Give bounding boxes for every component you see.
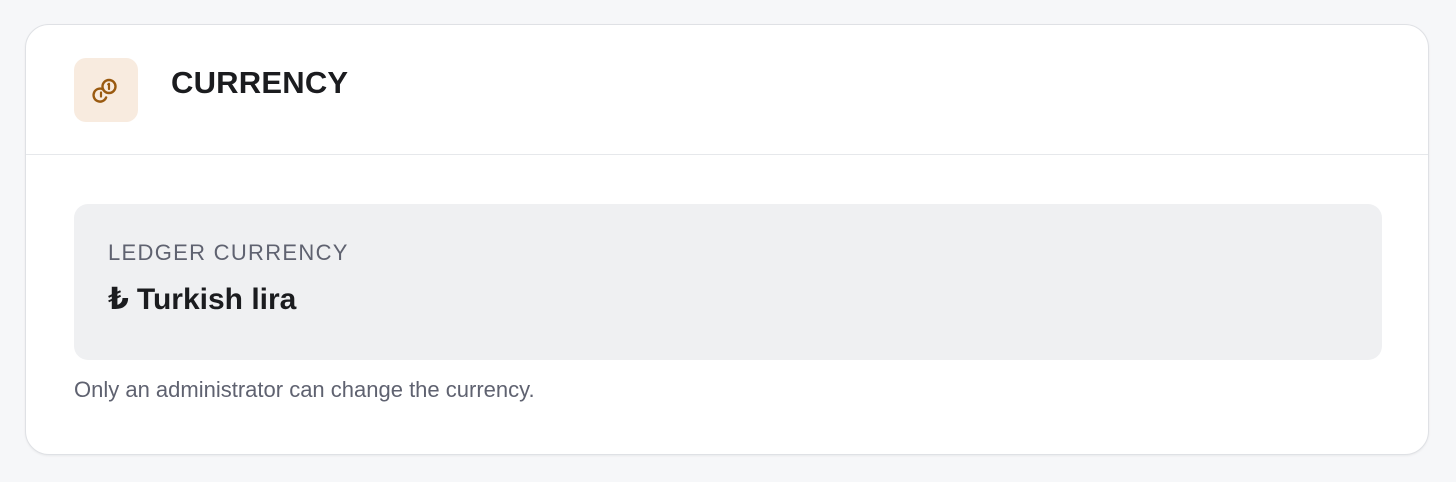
admin-note: Only an administrator can change the cur… (74, 377, 535, 402)
currency-card: CURRENCY LEDGER CURRENCY ₺ Turkish lira O… (25, 24, 1429, 455)
ledger-currency-label: LEDGER CURRENCY (108, 240, 349, 265)
currency-name: Turkish lira (136, 283, 297, 316)
currency-symbol: ₺ (108, 283, 129, 316)
ledger-currency-value: ₺ Turkish lira (108, 282, 296, 318)
card-header: CURRENCY (26, 25, 1428, 155)
ledger-currency-panel: LEDGER CURRENCY ₺ Turkish lira (74, 204, 1382, 360)
icon-tile (74, 58, 138, 122)
card-title: CURRENCY (171, 65, 349, 100)
coins-icon (92, 78, 117, 103)
